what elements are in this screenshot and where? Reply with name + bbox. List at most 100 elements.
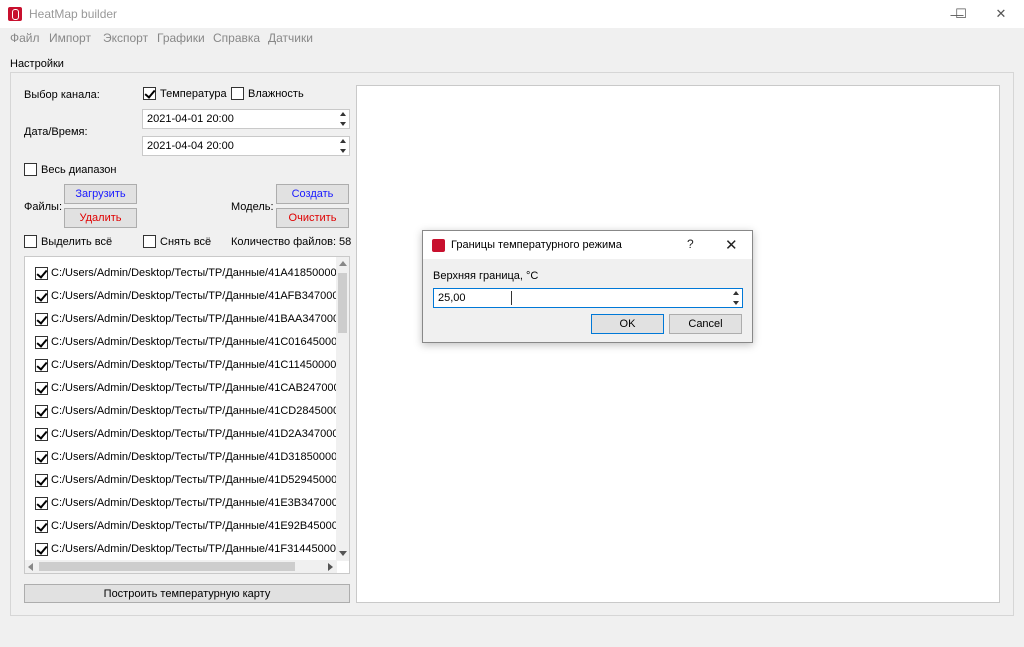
scroll-up-icon[interactable] — [339, 261, 347, 266]
file-path: C:/Users/Admin/Desktop/Тесты/ТР/Данные/4… — [51, 405, 350, 417]
file-checkbox[interactable] — [35, 543, 48, 556]
scroll-right-icon[interactable] — [328, 563, 333, 571]
delete-button[interactable]: Удалить — [64, 208, 137, 228]
spin-up-icon[interactable] — [339, 112, 346, 116]
upper-bound-spinbox[interactable]: 25,00 — [433, 288, 743, 308]
cancel-button[interactable]: Cancel — [669, 314, 742, 334]
date-from-value: 2021-04-01 20:00 — [147, 113, 234, 125]
file-item[interactable]: C:/Users/Admin/Desktop/Тесты/ТР/Данные/4… — [25, 309, 349, 331]
file-path: C:/Users/Admin/Desktop/Тесты/ТР/Данные/4… — [51, 290, 350, 302]
humidity-checkbox[interactable] — [231, 87, 244, 100]
close-icon: ✕ — [995, 6, 1007, 21]
horizontal-scroll-thumb[interactable] — [39, 562, 295, 571]
file-item[interactable]: C:/Users/Admin/Desktop/Тесты/ТР/Данные/4… — [25, 355, 349, 377]
file-item[interactable]: C:/Users/Admin/Desktop/Тесты/ТР/Данные/4… — [25, 332, 349, 354]
date-to-arrows[interactable] — [336, 137, 349, 155]
upper-bound-value: 25,00 — [438, 292, 466, 304]
file-checkbox[interactable] — [35, 474, 48, 487]
maximize-icon: ☐ — [955, 6, 967, 21]
close-button[interactable]: ✕ — [978, 0, 1024, 28]
select-all-label: Выделить всё — [41, 236, 113, 248]
file-checkbox[interactable] — [35, 267, 48, 280]
file-checkbox[interactable] — [35, 313, 48, 326]
text-cursor-icon — [511, 291, 512, 305]
create-button[interactable]: Создать — [276, 184, 349, 204]
temperature-label: Температура — [160, 88, 227, 100]
model-label: Модель: — [231, 201, 274, 213]
app-icon — [8, 7, 22, 21]
dialog-app-icon — [432, 239, 445, 252]
file-item[interactable]: C:/Users/Admin/Desktop/Тесты/ТР/Данные/4… — [25, 539, 349, 561]
window-title: HeatMap builder — [29, 7, 118, 21]
file-count: Количество файлов: 58 — [231, 236, 352, 248]
vertical-scrollbar[interactable] — [336, 257, 349, 561]
date-to-value: 2021-04-04 20:00 — [147, 140, 234, 152]
file-checkbox[interactable] — [35, 359, 48, 372]
file-item[interactable]: C:/Users/Admin/Desktop/Тесты/ТР/Данные/4… — [25, 493, 349, 515]
spin-down-icon[interactable] — [339, 149, 346, 153]
file-item[interactable]: C:/Users/Admin/Desktop/Тесты/ТР/Данные/4… — [25, 470, 349, 492]
title-bar: HeatMap builder — ☐ ✕ — [0, 0, 1024, 28]
file-checkbox[interactable] — [35, 451, 48, 464]
menu-help[interactable]: Справка — [213, 31, 260, 45]
dialog-title-bar: Границы температурного режима ? ✕ — [423, 231, 752, 259]
date-to-spinbox[interactable]: 2021-04-04 20:00 — [142, 136, 350, 156]
ok-button[interactable]: OK — [591, 314, 664, 334]
file-checkbox[interactable] — [35, 520, 48, 533]
file-path: C:/Users/Admin/Desktop/Тесты/ТР/Данные/4… — [51, 382, 350, 394]
spin-up-icon[interactable] — [732, 291, 739, 295]
file-item[interactable]: C:/Users/Admin/Desktop/Тесты/ТР/Данные/4… — [25, 286, 349, 308]
load-button[interactable]: Загрузить — [64, 184, 137, 204]
menu-import[interactable]: Импорт — [49, 31, 91, 45]
temperature-checkbox[interactable] — [143, 87, 156, 100]
file-path: C:/Users/Admin/Desktop/Тесты/ТР/Данные/4… — [51, 497, 350, 509]
file-checkbox[interactable] — [35, 290, 48, 303]
spin-down-icon[interactable] — [339, 122, 346, 126]
scroll-left-icon[interactable] — [28, 563, 33, 571]
menu-export[interactable]: Экспорт — [103, 31, 148, 45]
deselect-all-checkbox[interactable] — [143, 235, 156, 248]
file-item[interactable]: C:/Users/Admin/Desktop/Тесты/ТР/Данные/4… — [25, 516, 349, 538]
clear-button[interactable]: Очистить — [276, 208, 349, 228]
full-range-checkbox[interactable] — [24, 163, 37, 176]
file-path: C:/Users/Admin/Desktop/Тесты/ТР/Данные/4… — [51, 520, 350, 532]
file-checkbox[interactable] — [35, 405, 48, 418]
spin-up-icon[interactable] — [339, 139, 346, 143]
file-item[interactable]: C:/Users/Admin/Desktop/Тесты/ТР/Данные/4… — [25, 447, 349, 469]
scroll-down-icon[interactable] — [339, 551, 347, 556]
date-from-spinbox[interactable]: 2021-04-01 20:00 — [142, 109, 350, 129]
file-item[interactable]: C:/Users/Admin/Desktop/Тесты/ТР/Данные/4… — [25, 401, 349, 423]
file-item[interactable]: C:/Users/Admin/Desktop/Тесты/ТР/Данные/4… — [25, 378, 349, 400]
spin-down-icon[interactable] — [732, 301, 739, 305]
temperature-bounds-dialog: Границы температурного режима ? ✕ Верхня… — [422, 230, 753, 343]
horizontal-scrollbar[interactable] — [25, 560, 337, 573]
settings-group-title: Настройки — [10, 58, 64, 70]
file-item[interactable]: C:/Users/Admin/Desktop/Тесты/ТР/Данные/4… — [25, 263, 349, 285]
upper-bound-arrows[interactable] — [729, 289, 742, 307]
file-path: C:/Users/Admin/Desktop/Тесты/ТР/Данные/4… — [51, 336, 350, 348]
dialog-close-icon[interactable]: ✕ — [725, 236, 738, 254]
full-range-label: Весь диапазон — [41, 164, 117, 176]
file-path: C:/Users/Admin/Desktop/Тесты/ТР/Данные/4… — [51, 543, 350, 555]
menu-charts[interactable]: Графики — [157, 31, 205, 45]
vertical-scroll-thumb[interactable] — [338, 273, 347, 333]
file-list[interactable]: C:/Users/Admin/Desktop/Тесты/ТР/Данные/4… — [24, 256, 350, 574]
menu-file[interactable]: Файл — [10, 31, 40, 45]
file-item[interactable]: C:/Users/Admin/Desktop/Тесты/ТР/Данные/4… — [25, 424, 349, 446]
file-path: C:/Users/Admin/Desktop/Тесты/ТР/Данные/4… — [51, 267, 350, 279]
channel-label: Выбор канала: — [24, 89, 100, 101]
file-checkbox[interactable] — [35, 428, 48, 441]
file-path: C:/Users/Admin/Desktop/Тесты/ТР/Данные/4… — [51, 359, 350, 371]
file-path: C:/Users/Admin/Desktop/Тесты/ТР/Данные/4… — [51, 451, 350, 463]
file-path: C:/Users/Admin/Desktop/Тесты/ТР/Данные/4… — [51, 474, 350, 486]
file-checkbox[interactable] — [35, 336, 48, 349]
date-from-arrows[interactable] — [336, 110, 349, 128]
file-checkbox[interactable] — [35, 497, 48, 510]
menu-sensors[interactable]: Датчики — [268, 31, 313, 45]
build-heatmap-button[interactable]: Построить температурную карту — [24, 584, 350, 603]
help-icon[interactable]: ? — [687, 237, 694, 251]
files-label: Файлы: — [24, 201, 63, 213]
menu-bar: Файл Импорт Экспорт Графики Справка Датч… — [0, 28, 1024, 48]
file-checkbox[interactable] — [35, 382, 48, 395]
select-all-checkbox[interactable] — [24, 235, 37, 248]
